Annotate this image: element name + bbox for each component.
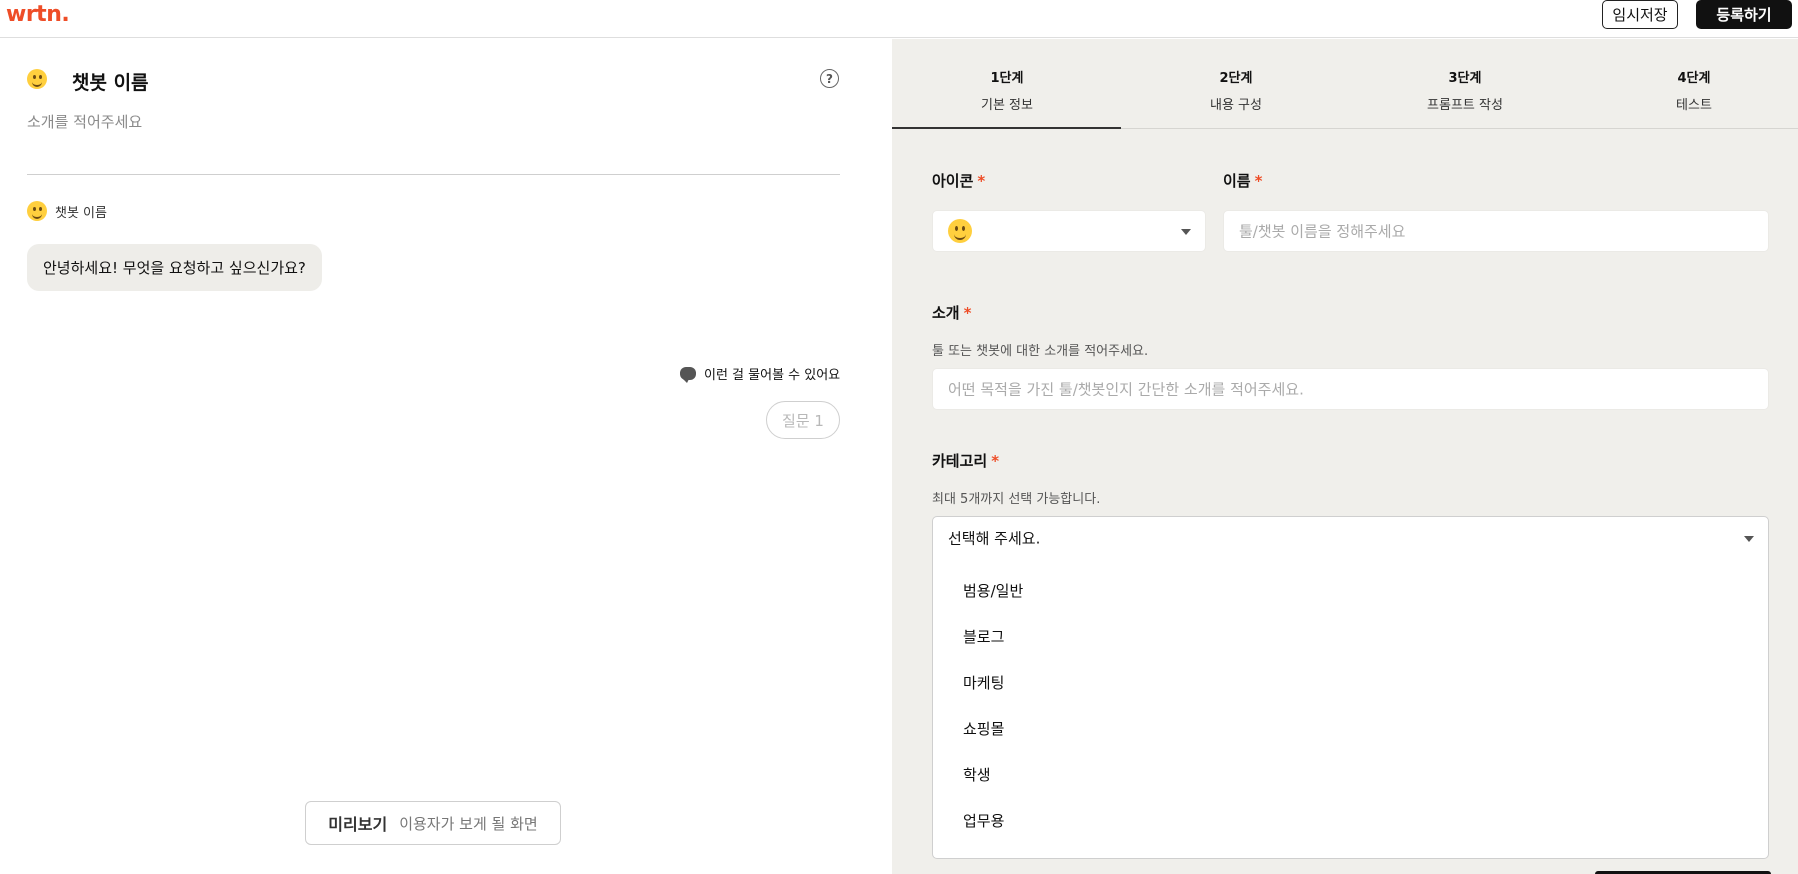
register-button[interactable]: 등록하기: [1696, 0, 1792, 29]
intro-input[interactable]: 어떤 목적을 가진 툴/챗봇인지 간단한 소개를 적어주세요.: [932, 368, 1769, 410]
icon-field-label: 아이콘 *: [932, 170, 985, 191]
category-option[interactable]: 마케팅: [963, 672, 1004, 693]
active-tab-indicator: [892, 127, 1121, 129]
form-panel: 1단계 기본 정보 2단계 내용 구성 3단계 프롬프트 작성 4단계 테스트 …: [892, 39, 1798, 874]
category-select[interactable]: 선택해 주세요.: [932, 516, 1769, 560]
step-label: 프롬프트 작성: [1427, 98, 1503, 113]
wrtn-logo[interactable]: wrtn.: [6, 2, 70, 27]
category-help-text: 최대 5개까지 선택 가능합니다.: [932, 492, 1101, 507]
required-mark: *: [963, 304, 972, 322]
category-option[interactable]: 블로그: [963, 626, 1004, 647]
chat-bubble-icon: [680, 367, 696, 383]
preview-title: 미리보기: [328, 815, 388, 834]
category-dropdown-list: 범용/일반 블로그 마케팅 쇼핑몰 학생 업무용: [932, 559, 1769, 859]
step-label: 내용 구성: [1210, 98, 1262, 113]
suggested-questions-text: 이런 걸 물어볼 수 있어요: [704, 368, 841, 383]
tab-step-4[interactable]: 4단계 테스트: [1579, 39, 1798, 129]
message-sender-name: 챗봇 이름: [55, 206, 107, 221]
preview-badge: 미리보기 이용자가 보게 될 화면: [305, 801, 561, 845]
category-select-value: 선택해 주세요.: [948, 529, 1041, 548]
intro-help-text: 툴 또는 챗봇에 대한 소개를 적어주세요.: [932, 344, 1149, 359]
name-placeholder: 툴/챗봇 이름을 정해주세요: [1239, 222, 1406, 241]
category-option[interactable]: 쇼핑몰: [963, 718, 1004, 739]
step-label: 기본 정보: [981, 98, 1033, 113]
greeting-bubble: 안녕하세요! 무엇을 요청하고 싶으신가요?: [27, 244, 322, 291]
name-input[interactable]: 툴/챗봇 이름을 정해주세요: [1223, 210, 1769, 252]
preview-subtitle: 이용자가 보게 될 화면: [399, 814, 538, 833]
bot-name-title: 챗봇 이름: [72, 72, 149, 94]
step-tabs: 1단계 기본 정보 2단계 내용 구성 3단계 프롬프트 작성 4단계 테스트: [892, 39, 1798, 129]
tab-step-3[interactable]: 3단계 프롬프트 작성: [1350, 39, 1580, 129]
icon-label-text: 아이콘: [932, 172, 974, 190]
icon-select[interactable]: [932, 210, 1206, 252]
tab-step-2[interactable]: 2단계 내용 구성: [1121, 39, 1351, 129]
category-label-text: 카테고리: [932, 452, 988, 470]
step-label: 테스트: [1676, 98, 1712, 113]
intro-placeholder: 어떤 목적을 가진 툴/챗봇인지 간단한 소개를 적어주세요.: [948, 380, 1304, 399]
top-bar: wrtn. 임시저장 등록하기: [0, 0, 1798, 38]
chevron-down-icon: [1744, 536, 1754, 542]
divider: [27, 174, 840, 175]
category-field-label: 카테고리 *: [932, 450, 999, 471]
question-chip[interactable]: 질문 1: [766, 401, 840, 439]
tab-step-1[interactable]: 1단계 기본 정보: [892, 39, 1122, 129]
save-draft-button[interactable]: 임시저장: [1602, 0, 1678, 29]
step-number: 1단계: [990, 71, 1024, 86]
chevron-down-icon: [1181, 229, 1191, 235]
intro-label-text: 소개: [932, 304, 960, 322]
name-field-label: 이름 *: [1223, 170, 1262, 191]
bot-intro-text: 소개를 적어주세요: [27, 113, 143, 131]
category-option[interactable]: 범용/일반: [963, 580, 1023, 601]
required-mark: *: [1254, 172, 1263, 190]
required-mark: *: [991, 452, 1000, 470]
category-option[interactable]: 학생: [963, 764, 991, 785]
category-option[interactable]: 업무용: [963, 810, 1004, 831]
required-mark: *: [977, 172, 986, 190]
suggested-questions-label: 이런 걸 물어볼 수 있어요: [680, 364, 840, 383]
step-number: 3단계: [1448, 71, 1482, 86]
step-number: 4단계: [1677, 71, 1711, 86]
smile-emoji-icon: [27, 201, 47, 221]
smile-emoji-icon: [948, 219, 972, 243]
preview-panel: 챗봇 이름 ? 소개를 적어주세요 챗봇 이름 안녕하세요! 무엇을 요청하고 …: [0, 39, 892, 874]
intro-field-label: 소개 *: [932, 302, 971, 323]
name-label-text: 이름: [1223, 172, 1251, 190]
step-number: 2단계: [1219, 71, 1253, 86]
help-circle-icon[interactable]: ?: [820, 69, 839, 88]
smile-emoji-icon: [27, 69, 47, 89]
